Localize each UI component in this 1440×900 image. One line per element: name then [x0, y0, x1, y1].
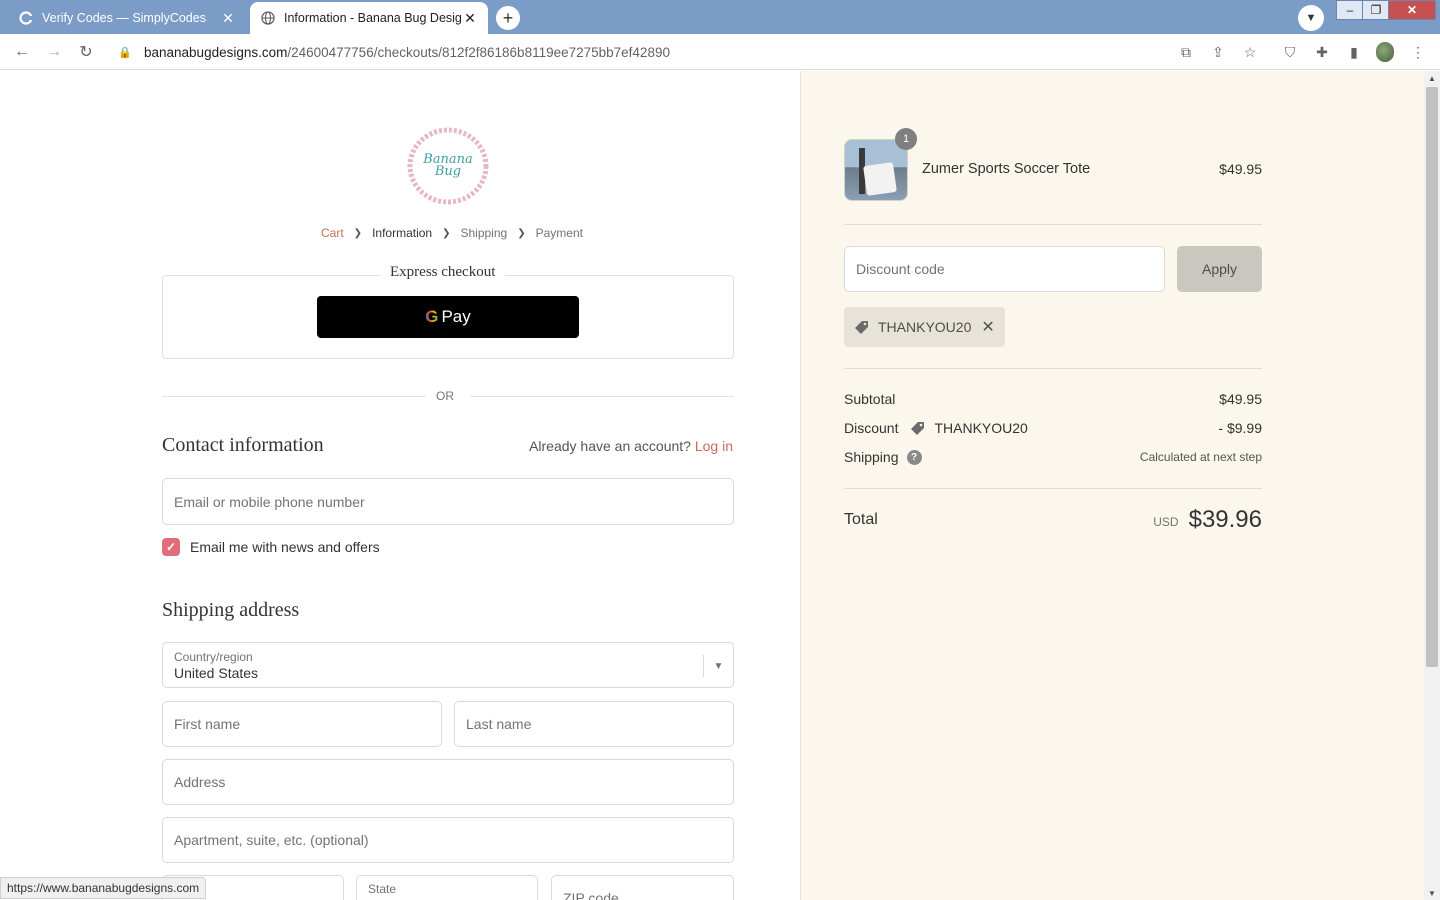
scroll-down-arrow-icon[interactable]: ▼ [1424, 886, 1440, 900]
email-field[interactable]: Email or mobile phone number [162, 478, 734, 525]
express-checkout-title: Express checkout [380, 264, 506, 281]
breadcrumb-shipping: Shipping [460, 226, 508, 240]
tab-close-icon[interactable]: ✕ [462, 10, 478, 27]
url-path: /24600477756/checkouts/812f2f86186b8119e… [287, 44, 670, 60]
state-select[interactable]: State [356, 875, 538, 900]
browser-menu-icon[interactable]: ⋮ [1409, 43, 1427, 61]
discount-label: Discount [844, 420, 899, 436]
window-restore-button[interactable]: ❐ [1362, 0, 1390, 20]
back-arrow-icon[interactable]: ← [12, 42, 32, 62]
bookmark-star-icon[interactable]: ☆ [1241, 43, 1259, 61]
tab-close-icon[interactable]: ✕ [220, 10, 236, 27]
window-minimize-button[interactable]: – [1336, 0, 1364, 20]
subtotal-row: Subtotal $49.95 [844, 391, 1262, 407]
store-logo[interactable]: Banana Bug [406, 127, 490, 205]
translate-icon[interactable]: ⧉ [1177, 43, 1195, 61]
applied-code: THANKYOU20 [878, 319, 972, 335]
scrollbar-thumb[interactable] [1426, 87, 1438, 667]
zip-field[interactable]: ZIP code [551, 875, 734, 900]
browser-toolbar: ← → ↻ 🔒 bananabugdesigns.com/24600477756… [0, 34, 1440, 70]
tab-title: Information - Banana Bug Designs [284, 11, 462, 25]
window-close-button[interactable]: ✕ [1388, 0, 1436, 20]
simplycodes-favicon-icon [18, 10, 34, 26]
discount-row: Discount THANKYOU20 - $9.99 [844, 420, 1262, 436]
checkout-page: Banana Bug Cart ❯ Information ❯ Shipping … [0, 71, 1424, 900]
product-name: Zumer Sports Soccer Tote [922, 161, 1091, 177]
profile-avatar[interactable] [1376, 42, 1394, 62]
quantity-badge: 1 [895, 128, 917, 150]
browser-tab-bar: Verify Codes — SimplyCodes ✕ Information… [0, 0, 1440, 34]
tab-simplycodes[interactable]: Verify Codes — SimplyCodes ✕ [8, 2, 246, 34]
forward-arrow-icon[interactable]: → [44, 42, 64, 62]
breadcrumb-cart[interactable]: Cart [321, 226, 344, 240]
shield-extension-icon[interactable]: ⛉ [1281, 43, 1299, 61]
page-scrollbar[interactable]: ▲ ▼ [1424, 71, 1440, 900]
side-panel-icon[interactable]: ▮ [1345, 43, 1363, 61]
scroll-up-arrow-icon[interactable]: ▲ [1424, 71, 1440, 85]
reload-icon[interactable]: ↻ [76, 42, 96, 62]
tab-title: Verify Codes — SimplyCodes [42, 11, 206, 25]
discount-code-input[interactable]: Discount code [844, 246, 1165, 292]
divider [844, 224, 1262, 225]
remove-discount-icon[interactable]: ✕ [981, 317, 994, 337]
gpay-label: Pay [441, 307, 471, 326]
applied-discount-tag: THANKYOU20 ✕ [844, 307, 1005, 347]
discount-code-name: THANKYOU20 [934, 420, 1028, 436]
divider [844, 368, 1262, 369]
discount-value: - $9.99 [1218, 420, 1262, 436]
newsletter-label: Email me with news and offers [190, 539, 380, 555]
url-host: bananabugdesigns.com [144, 44, 288, 60]
breadcrumb-payment: Payment [535, 226, 583, 240]
account-prompt: Already have an account? Log in [529, 438, 733, 454]
lock-icon: 🔒 [118, 46, 132, 59]
address-field[interactable]: Address [162, 759, 734, 805]
chevron-down-icon: ▼ [703, 655, 733, 677]
logo-text: Banana Bug [423, 152, 473, 179]
total-label: Total [844, 511, 878, 528]
tag-icon [911, 422, 925, 435]
chevron-right-icon: ❯ [353, 227, 363, 239]
currency-code: USD [1153, 515, 1179, 529]
newsletter-checkbox[interactable]: ✓ [162, 538, 180, 556]
first-name-field[interactable]: First name [162, 701, 442, 747]
address-bar[interactable]: 🔒 bananabugdesigns.com/24600477756/check… [110, 38, 1270, 66]
google-g-icon: G [425, 307, 439, 326]
total-row: Total USD $39.96 [844, 506, 1262, 534]
divider [162, 396, 426, 397]
or-separator: OR [436, 389, 454, 403]
extensions-puzzle-icon[interactable]: ✚ [1313, 43, 1331, 61]
total-value: $39.96 [1188, 506, 1262, 533]
google-pay-button[interactable]: G Pay [317, 296, 579, 338]
apartment-field[interactable]: Apartment, suite, etc. (optional) [162, 817, 734, 863]
last-name-field[interactable]: Last name [454, 701, 734, 747]
tag-icon [855, 321, 868, 334]
product-price: $49.95 [1219, 161, 1262, 177]
shipping-row: Shipping ? Calculated at next step [844, 449, 1262, 465]
apply-button[interactable]: Apply [1177, 246, 1262, 292]
login-link[interactable]: Log in [695, 438, 733, 454]
link-status-bar: https://www.bananabugdesigns.com [0, 877, 207, 899]
new-tab-button[interactable]: + [496, 6, 520, 30]
subtotal-value: $49.95 [1219, 391, 1262, 407]
chevron-right-icon: ❯ [517, 227, 526, 239]
divider [844, 488, 1262, 489]
checkout-main: Banana Bug Cart ❯ Information ❯ Shipping … [0, 71, 800, 900]
subtotal-label: Subtotal [844, 391, 896, 407]
shipping-heading: Shipping address [162, 599, 300, 621]
tab-banana-bug[interactable]: Information - Banana Bug Designs ✕ [250, 2, 488, 34]
help-icon[interactable]: ? [906, 449, 922, 465]
share-icon[interactable]: ⇪ [1209, 43, 1227, 61]
breadcrumb: Cart ❯ Information ❯ Shipping ❯ Payment [321, 226, 583, 240]
contact-heading: Contact information [162, 434, 324, 456]
tab-search-chevron-icon[interactable]: ▼ [1298, 5, 1324, 31]
shipping-value: Calculated at next step [1139, 450, 1262, 464]
product-thumbnail [844, 139, 908, 201]
country-select[interactable]: Country/region United States ▼ [162, 642, 734, 688]
shipping-label: Shipping [844, 449, 899, 465]
divider [470, 396, 734, 397]
chevron-right-icon: ❯ [442, 227, 451, 239]
globe-icon [260, 10, 276, 26]
breadcrumb-information: Information [372, 226, 433, 240]
